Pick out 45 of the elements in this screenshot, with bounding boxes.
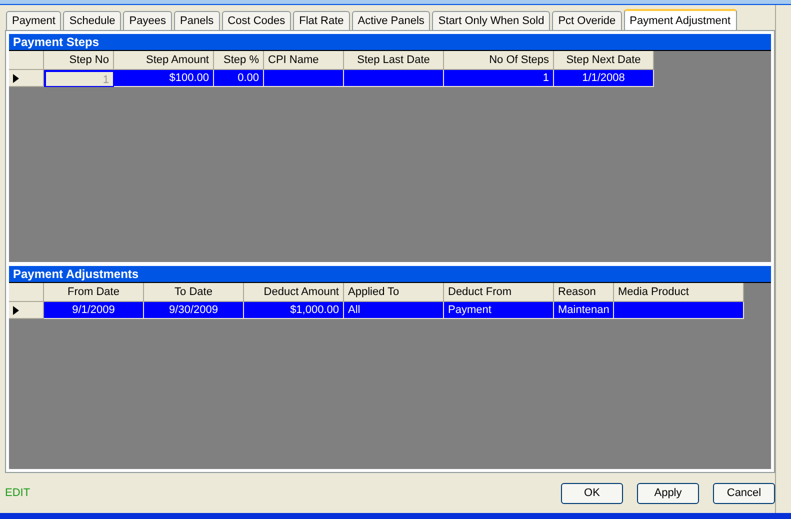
tab[interactable]: Flat Rate [293, 11, 350, 30]
column-header[interactable]: Media Product [614, 283, 744, 302]
column-header[interactable]: Step % [214, 51, 264, 70]
tab[interactable]: Pct Overide [552, 11, 622, 30]
column-header[interactable]: Step Last Date [344, 51, 444, 70]
tab[interactable]: Schedule [63, 11, 122, 30]
dialog-button[interactable]: Apply [637, 482, 699, 504]
dialog-button[interactable]: OK [561, 482, 623, 504]
column-header[interactable]: Step Amount [114, 51, 214, 70]
column-header[interactable]: CPI Name [264, 51, 344, 70]
tab[interactable]: Panels [174, 11, 220, 30]
table-cell: 0.00 [214, 70, 264, 87]
tab[interactable]: Active Panels [352, 11, 430, 30]
table-cell: Maintenan [554, 302, 614, 320]
dialog-button[interactable]: Cancel [713, 482, 775, 504]
table-cell: 9/30/2009 [144, 302, 244, 320]
column-header[interactable]: Reason [554, 283, 614, 302]
grid-title-bar: Payment Steps [9, 34, 771, 51]
table-cell: All [344, 302, 444, 320]
table-cell: Payment [444, 302, 554, 320]
table-cell: $100.00 [114, 70, 214, 87]
column-header[interactable]: Step Next Date [554, 51, 654, 70]
column-header[interactable]: To Date [144, 283, 244, 302]
column-header[interactable]: From Date [44, 283, 144, 302]
column-header[interactable]: Deduct Amount [244, 283, 344, 302]
status-text: EDIT [5, 486, 32, 501]
row-pointer-icon[interactable] [9, 70, 44, 87]
column-header[interactable]: Deduct From [444, 283, 554, 302]
column-header[interactable]: Applied To [344, 283, 444, 302]
tab[interactable]: Payment Adjustment [624, 9, 737, 31]
tab[interactable]: Cost Codes [222, 11, 292, 30]
table-cell: 1/1/2008 [554, 70, 654, 87]
table-cell: 9/1/2009 [44, 302, 144, 320]
column-header[interactable]: No Of Steps [444, 51, 554, 70]
column-header[interactable]: Step No [44, 51, 114, 70]
tab[interactable]: Start Only When Sold [432, 11, 550, 30]
table-cell: $1,000.00 [244, 302, 344, 320]
row-header-corner [9, 283, 44, 302]
table-cell: 1 [444, 70, 554, 87]
tab[interactable]: Payment [6, 11, 62, 30]
row-header-corner [9, 51, 44, 70]
grid-title-bar: Payment Adjustments [9, 266, 771, 284]
table-cell: 1 [44, 70, 114, 87]
row-pointer-icon[interactable] [9, 302, 44, 320]
tab[interactable]: Payees [123, 11, 172, 30]
